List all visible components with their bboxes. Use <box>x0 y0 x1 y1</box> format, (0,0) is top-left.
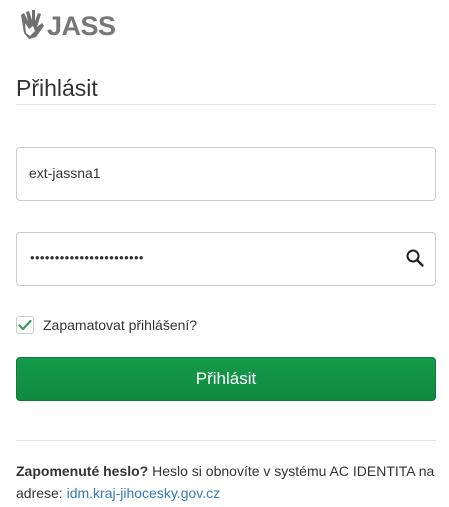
username-field[interactable] <box>16 147 436 201</box>
divider <box>16 104 436 105</box>
logo-text: JASS <box>47 11 116 41</box>
username-input[interactable] <box>17 148 389 198</box>
page-title: Přihlásit <box>16 75 98 101</box>
forgot-password-label: Zapomenuté heslo? <box>16 463 149 479</box>
search-icon[interactable] <box>405 248 425 268</box>
password-input[interactable]: ••••••••••••••••••••••• <box>30 248 144 268</box>
checkmark-icon <box>18 319 32 331</box>
login-button[interactable]: Přihlásit <box>16 357 436 401</box>
divider <box>16 440 436 441</box>
logo: JASS <box>17 9 116 43</box>
remember-checkbox[interactable] <box>16 316 34 334</box>
hands-logo-icon <box>21 10 44 39</box>
remember-label[interactable]: Zapamatovat přihlášení? <box>43 317 197 333</box>
password-field[interactable]: ••••••••••••••••••••••• <box>16 232 436 286</box>
remember-me[interactable]: Zapamatovat přihlášení? <box>16 316 197 334</box>
forgot-password-info: Zapomenuté heslo? Heslo si obnovíte v sy… <box>16 460 440 504</box>
idm-link[interactable]: idm.kraj-jihocesky.gov.cz <box>67 485 221 501</box>
